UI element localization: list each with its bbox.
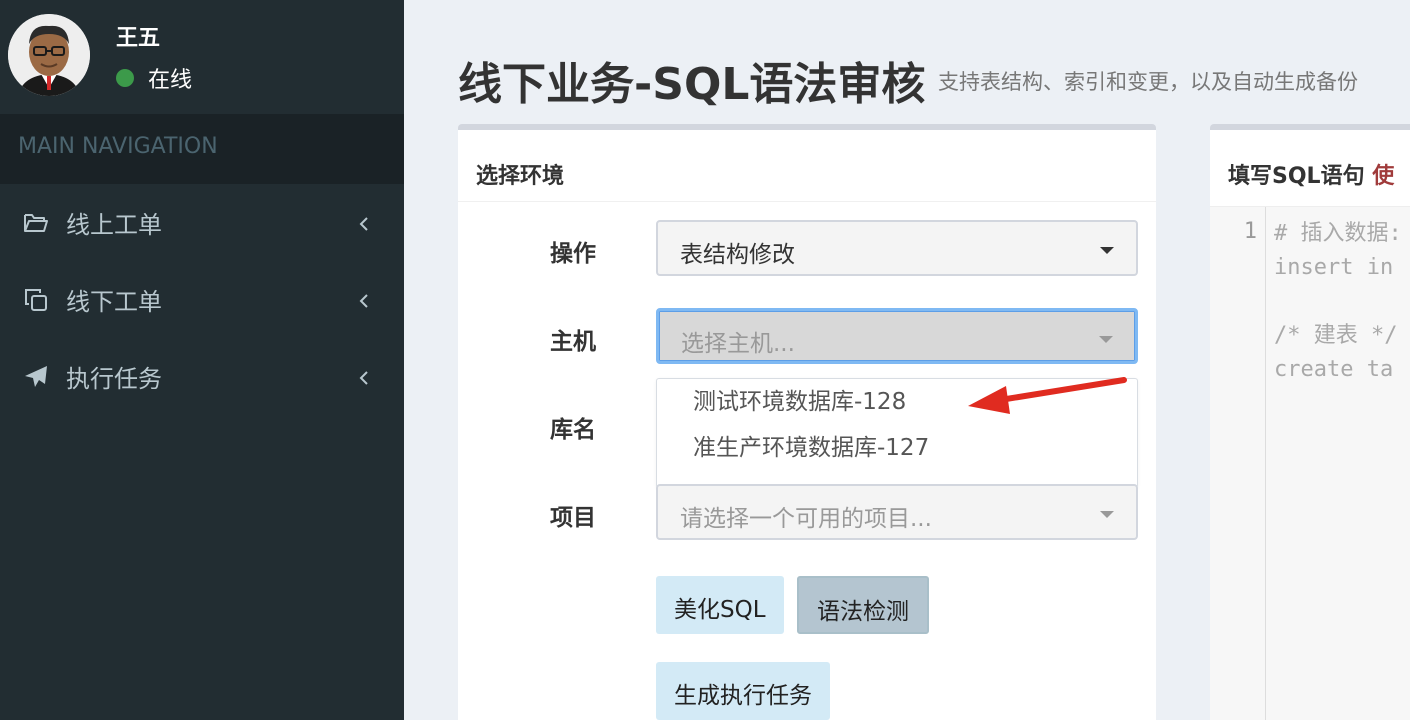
user-name: 王五 [116,26,161,51]
page-subtitle: 支持表结构、索引和变更，以及自动生成备份 [938,70,1358,94]
sql-editor[interactable]: 1 # 插入数据: insert in /* 建表 */ create ta [1210,206,1410,720]
sql-box-title-text: 填写SQL语句 [1228,164,1365,189]
code-line: create ta [1274,357,1394,382]
folder-open-icon [22,209,50,237]
caret-down-icon [1099,336,1113,343]
user-status-label: 在线 [148,68,193,93]
sidebar-item-execute-tasks[interactable]: 执行任务 [0,338,404,415]
database-label: 库名 [550,417,596,443]
box-title: 选择环境 [458,130,1156,202]
code-line: insert in [1274,255,1394,280]
chevron-left-icon [358,210,370,238]
operation-select-value: 表结构修改 [680,242,795,268]
online-status-icon [116,69,134,87]
code-content[interactable]: # 插入数据: insert in /* 建表 */ create ta [1274,217,1402,387]
editor-gutter: 1 [1210,207,1266,720]
code-line: /* 建表 */ [1274,323,1398,348]
project-label: 项目 [550,505,596,531]
operation-select[interactable]: 表结构修改 [656,220,1138,276]
sidebar-item-label: 执行任务 [66,365,162,393]
project-select[interactable]: 请选择一个可用的项目... [656,484,1138,540]
sql-editor-box: 填写SQL语句 使 1 # 插入数据: insert in /* 建表 */ cre… [1210,124,1410,720]
sidebar-item-label: 线下工单 [66,288,162,316]
avatar[interactable] [8,14,90,96]
caret-down-icon [1100,247,1114,254]
user-status: 在线 [116,62,192,94]
generate-task-button[interactable]: 生成执行任务 [656,662,830,720]
sidebar: 王五 在线 MAIN NAVIGATION 线上工单 线下工单 执行任务 [0,0,404,720]
user-panel: 王五 在线 [0,0,404,114]
host-select-placeholder: 选择主机... [681,331,795,357]
syntax-check-button[interactable]: 语法检测 [797,576,929,634]
operation-label: 操作 [550,241,596,267]
host-label: 主机 [550,329,596,355]
sidebar-item-online-tickets[interactable]: 线上工单 [0,184,404,261]
project-select-placeholder: 请选择一个可用的项目... [680,506,932,532]
sidebar-item-label: 线上工单 [66,211,162,239]
sidebar-item-offline-tickets[interactable]: 线下工单 [0,261,404,338]
annotation-arrow-icon [968,377,1127,414]
sql-box-title-hint: 使 [1372,164,1395,189]
paper-plane-icon [22,363,50,391]
host-select[interactable]: 选择主机... [656,308,1138,364]
page-title: 线下业务-SQL语法审核 [458,59,926,110]
caret-down-icon [1100,511,1114,518]
copy-icon [22,286,50,314]
host-option[interactable]: 准生产环境数据库-127 [657,425,1137,471]
beautify-sql-button[interactable]: 美化SQL [656,576,784,634]
line-number: 1 [1243,219,1257,244]
chevron-left-icon [358,364,370,392]
sql-box-title: 填写SQL语句 使 [1210,130,1410,206]
nav-header: MAIN NAVIGATION [0,114,404,184]
code-line: # 插入数据: [1274,221,1402,246]
chevron-left-icon [358,287,370,315]
